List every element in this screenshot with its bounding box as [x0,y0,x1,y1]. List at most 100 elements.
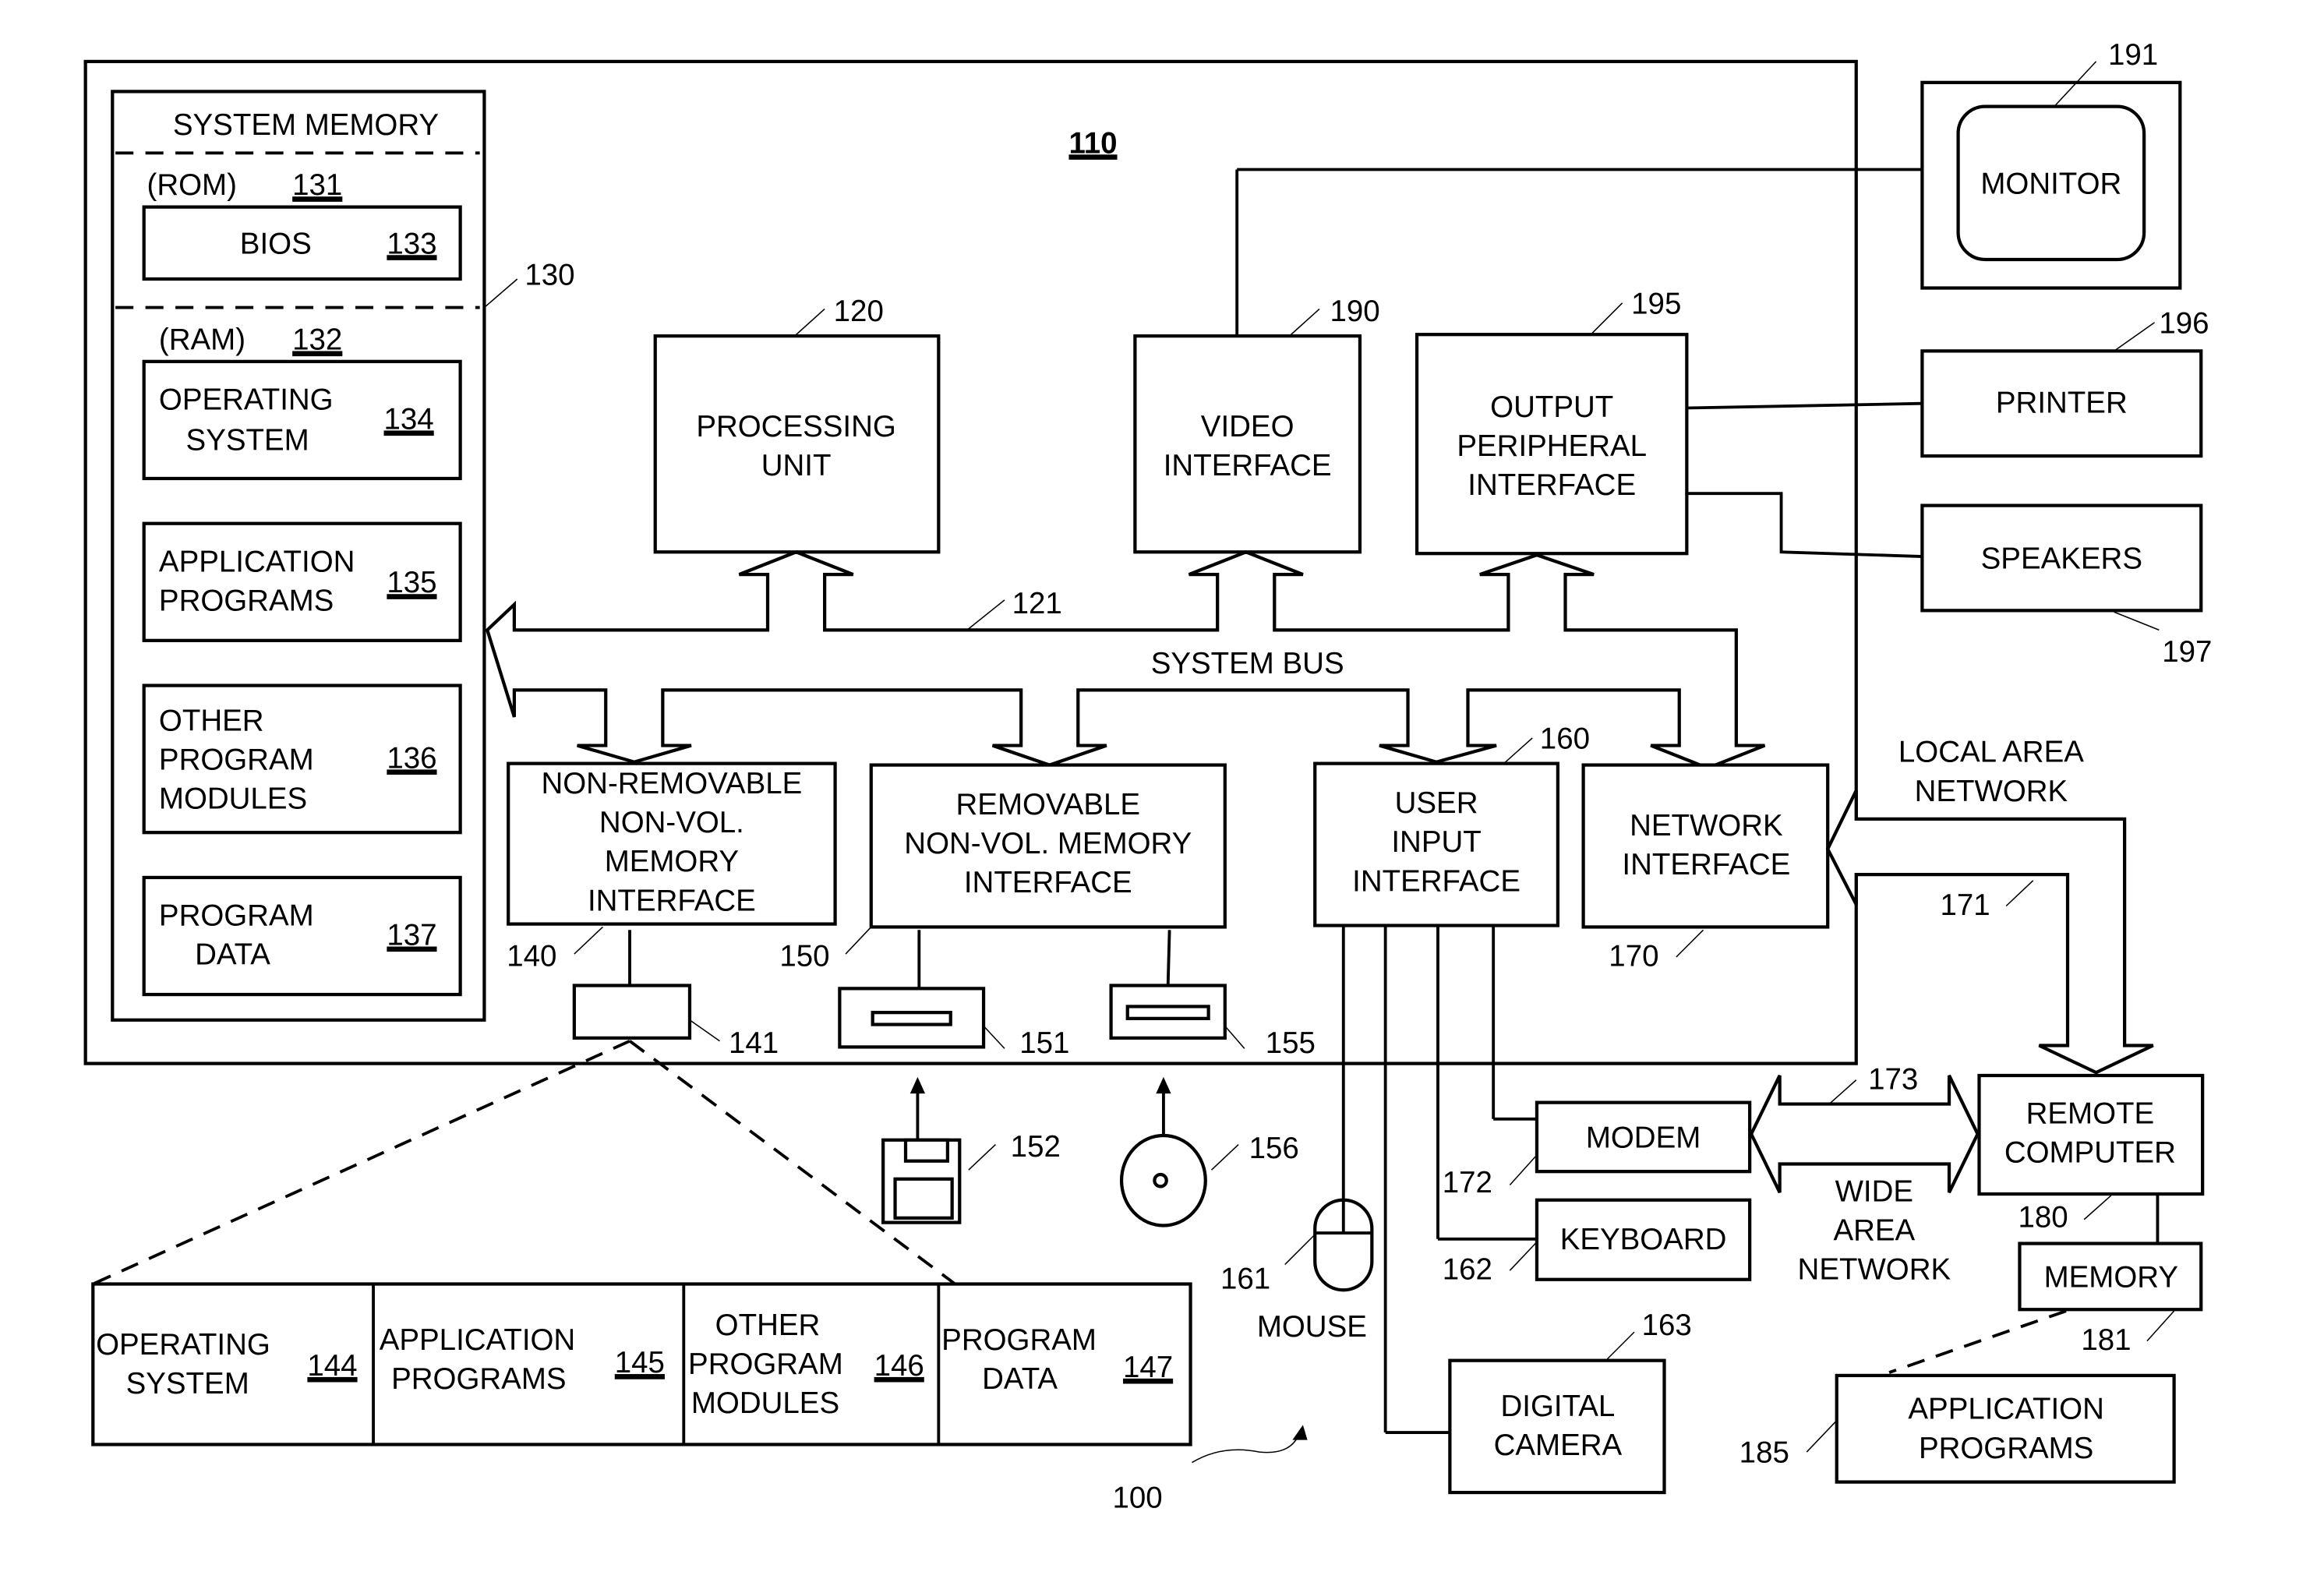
floppy-disk-icon [881,1138,962,1224]
ram-item-text: PROGRAM [159,899,314,933]
lan-label: LOCAL AREA [1898,736,2084,769]
video-interface-ref: 190 [1330,295,1379,328]
wan-label: NETWORK [1798,1253,1951,1287]
remote-apps-label: APPLICATION [1908,1393,2103,1426]
ram-item-text: OPERATING [159,383,334,416]
processing-unit-ref: 120 [834,295,884,328]
camera-label: DIGITAL [1501,1390,1616,1423]
ram-item-text: DATA [195,938,270,972]
non-removable-label: INTERFACE [588,884,756,917]
video-interface-label: INTERFACE [1164,449,1332,482]
network-interface-label: NETWORK [1630,809,1783,842]
remote-computer-label: REMOTE [2026,1097,2155,1131]
hard-disk-drive [572,984,692,1040]
system-bus-label: SYSTEM BUS [1151,647,1344,680]
keyboard-ref: 162 [1443,1253,1492,1287]
speakers-ref: 197 [2162,635,2212,669]
camera-ref: 163 [1642,1309,1692,1342]
ram-item-ref: 136 [387,741,436,775]
bios-label: BIOS [240,227,312,260]
user-input-label: INTERFACE [1352,864,1520,898]
modem-ref: 172 [1443,1166,1492,1199]
bios-ref: 133 [387,227,436,260]
system-memory-title: SYSTEM MEMORY [173,108,439,142]
ram-item-text: PROGRAM [159,743,314,776]
remote-apps-ref: 185 [1739,1436,1789,1470]
optical-drive-ref: 155 [1266,1026,1316,1060]
processing-unit-label: UNIT [761,449,832,482]
system-bus-ref: 121 [1012,587,1062,620]
output-peripheral-label: PERIPHERAL [1457,429,1647,463]
disk-item-text: OPERATING [96,1328,270,1362]
wan-label: WIDE [1835,1175,1913,1209]
non-removable-label: NON-REMOVABLE [541,767,802,800]
eject-arrow-icon [909,1076,926,1094]
ref-arrow-icon [1292,1425,1308,1440]
non-removable-label: NON-VOL. [599,806,744,839]
user-input-label: USER [1395,786,1478,820]
floppy-slot-icon [871,1011,952,1026]
disk-item-ref: 147 [1123,1351,1173,1384]
user-input-label: INPUT [1391,825,1481,859]
hard-disk-ref: 141 [729,1026,779,1060]
ram-item-text: PROGRAMS [159,584,334,617]
wide-area-network-link: 173 WIDE AREA NETWORK [1749,1062,1980,1287]
printer-label: PRINTER [1996,386,2128,419]
mouse-label: MOUSE [1257,1310,1367,1344]
remote-memory-ref: 181 [2081,1323,2131,1357]
non-removable-ref: 140 [507,939,556,973]
wan-ref: 173 [1868,1062,1918,1096]
ram-item-text: MODULES [159,782,307,815]
disk-item-ref: 145 [615,1346,665,1379]
remote-apps-label: PROGRAMS [1919,1432,2093,1465]
keyboard-label: KEYBOARD [1560,1223,1727,1256]
remote-computer [1977,1073,2205,1196]
remote-computer-label: COMPUTER [2004,1136,2176,1170]
disk-item-text: APPLICATION [380,1323,575,1357]
output-peripheral-label: INTERFACE [1468,468,1636,502]
disk-item-text: SYSTEM [126,1367,249,1400]
remote-application-programs [1835,1373,2176,1484]
monitor-label: MONITOR [1980,167,2121,200]
ram-item-text: SYSTEM [186,423,309,457]
optical-slot-icon [1125,1005,1210,1020]
digital-camera [1448,1358,1666,1495]
ram-item-text: OTHER [159,704,264,737]
optical-disc-icon [1119,1133,1207,1227]
video-interface-label: VIDEO [1201,410,1294,443]
remote-computer-ref: 180 [2018,1200,2068,1234]
ram-item-ref: 137 [387,919,436,952]
ram-label: (RAM) [159,323,245,356]
optical-disk-ref: 156 [1249,1132,1299,1165]
speakers-label: SPEAKERS [1981,542,2142,575]
disk-item-ref: 146 [874,1349,924,1383]
disk-item-text: MODULES [691,1386,839,1420]
ram-item-ref: 134 [384,402,434,436]
monitor-ref: 191 [2108,38,2158,72]
printer-ref: 196 [2159,306,2209,340]
mouse-ref: 161 [1220,1262,1270,1295]
computer-label: 110 [1068,126,1117,160]
non-removable-label: MEMORY [605,845,739,878]
disk-item-ref: 144 [307,1349,357,1383]
processing-unit-label: PROCESSING [696,410,895,443]
network-interface-label: INTERFACE [1622,848,1790,881]
network-interface [1581,763,1830,929]
eject-arrow-icon [1156,1076,1171,1094]
user-input-ref: 160 [1540,722,1590,755]
output-peripheral-label: OUTPUT [1490,390,1613,424]
camera-label: CAMERA [1494,1429,1623,1462]
local-area-network-link: LOCAL AREA NETWORK 171 [1825,736,2154,1075]
lan-ref: 171 [1940,888,1990,922]
network-interface-ref: 170 [1609,939,1658,973]
processing-unit [653,334,941,554]
mouse-icon [1313,1198,1374,1292]
output-peripheral-ref: 195 [1631,287,1681,320]
disk-item-text: PROGRAM [941,1323,1097,1357]
removable-label: NON-VOL. MEMORY [904,827,1192,860]
removable-label: INTERFACE [964,866,1132,899]
removable-label: REMOVABLE [956,788,1141,821]
rom-ref: 131 [292,168,342,202]
floppy-disk-ref: 152 [1011,1130,1061,1164]
computing-system-diagram: 110 SYSTEM MEMORY (ROM) 131 BIOS 133 (RA… [83,38,2212,1514]
